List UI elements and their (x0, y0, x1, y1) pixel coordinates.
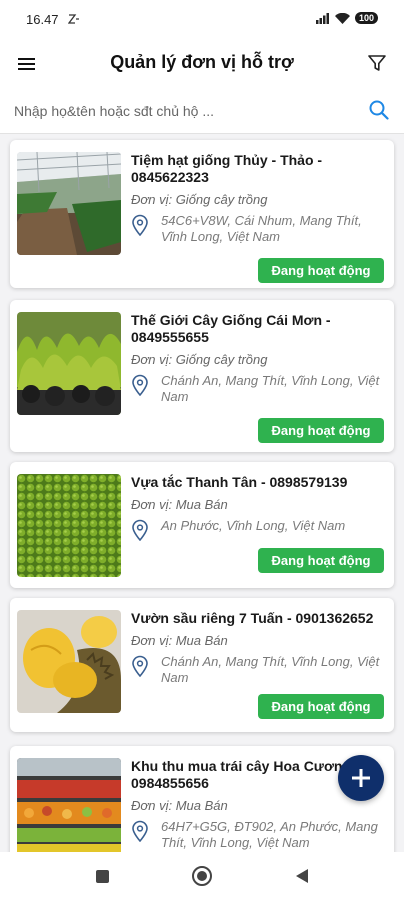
search-bar (0, 88, 404, 134)
list-item[interactable]: Tiệm hạt giống Thủy - Thảo - 0845622323 … (10, 140, 394, 288)
notification-icon (68, 14, 79, 24)
add-button[interactable] (338, 755, 384, 801)
system-nav-bar (0, 852, 404, 900)
status-button[interactable]: Đang hoạt động (258, 258, 384, 283)
unit-address: 54C6+V8W, Cái Nhum, Mang Thít, Vĩnh Long… (161, 213, 362, 244)
search-icon[interactable] (368, 99, 390, 121)
unit-type: Đơn vị: Mua Bán (131, 798, 228, 813)
unit-type: Đơn vị: Giống cây trồng (131, 352, 268, 367)
card-image (17, 758, 121, 852)
status-button[interactable]: Đang hoạt động (258, 694, 384, 719)
wifi-icon (334, 12, 350, 24)
fruit-market-image (17, 758, 121, 852)
potted-saplings-image (17, 312, 121, 415)
status-button[interactable]: Đang hoạt động (258, 548, 384, 573)
status-button[interactable]: Đang hoạt động (258, 418, 384, 443)
plus-icon (352, 769, 370, 787)
unit-name: Vựa tắc Thanh Tân - 0898579139 (131, 474, 348, 490)
list-item[interactable]: Khu thu mua trái cây Hoa Cương - 0984855… (10, 746, 394, 852)
unit-type: Đơn vị: Mua Bán (131, 633, 228, 648)
unit-address: Chánh An, Mang Thít, Vĩnh Long, Việt Nam (161, 373, 380, 404)
unit-address: Chánh An, Mang Thít, Vĩnh Long, Việt Nam (161, 654, 380, 685)
recent-apps-button[interactable] (96, 870, 109, 883)
location-pin-icon (132, 655, 148, 677)
battery-icon: 100 (354, 12, 378, 24)
app-bar: Quản lý đơn vị hỗ trợ (0, 40, 404, 88)
location-pin-icon (132, 820, 148, 842)
filter-icon[interactable] (366, 52, 388, 74)
unit-name: Tiệm hạt giống Thủy - Thảo - 0845622323 (131, 152, 323, 185)
unit-address: An Phước, Vĩnh Long, Việt Nam (161, 518, 346, 533)
unit-name: Vườn sầu riêng 7 Tuấn - 0901362652 (131, 610, 374, 626)
durian-image (17, 610, 121, 713)
card-image (17, 474, 121, 577)
location-pin-icon (132, 374, 148, 396)
kumquat-image (17, 474, 121, 577)
list-item[interactable]: Vườn sầu riêng 7 Tuấn - 0901362652 Đơn v… (10, 598, 394, 732)
home-button[interactable] (192, 866, 212, 886)
back-button[interactable] (296, 869, 308, 883)
location-pin-icon (132, 214, 148, 236)
greenhouse-image (17, 152, 121, 255)
card-image (17, 312, 121, 415)
location-pin-icon (132, 519, 148, 541)
unit-type: Đơn vị: Giống cây trồng (131, 192, 268, 207)
unit-list: Tiệm hạt giống Thủy - Thảo - 0845622323 … (0, 134, 404, 852)
signal-icon (315, 12, 329, 24)
status-time: 16.47 (26, 12, 59, 27)
search-input[interactable] (14, 98, 354, 124)
page-title: Quản lý đơn vị hỗ trợ (110, 52, 294, 72)
status-icons: 100 (315, 12, 378, 24)
unit-name: Thế Giới Cây Giống Cái Mơn - 0849555655 (131, 312, 331, 345)
unit-type: Đơn vị: Mua Bán (131, 497, 228, 512)
status-bar: 16.47 100 (0, 0, 404, 40)
card-image (17, 610, 121, 713)
list-item[interactable]: Thế Giới Cây Giống Cái Mơn - 0849555655 … (10, 300, 394, 452)
card-image (17, 152, 121, 255)
list-item[interactable]: Vựa tắc Thanh Tân - 0898579139 Đơn vị: M… (10, 462, 394, 588)
unit-address: 64H7+G5G, ĐT902, An Phước, Mang Thít, Vĩ… (161, 819, 378, 850)
